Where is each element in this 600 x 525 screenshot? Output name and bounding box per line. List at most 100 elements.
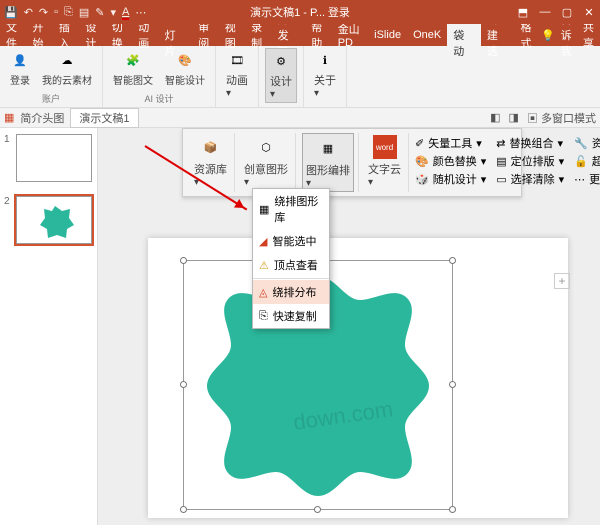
lock-icon: 🔓 [574, 155, 588, 168]
tab-insert[interactable]: 插入 [53, 24, 79, 46]
smart-design-button[interactable]: 🎨智能设计 [161, 48, 209, 89]
ribbon-group-account: 👤登录 ☁我的云素材 账户 [0, 46, 103, 107]
tab-pocket[interactable]: 口袋动 [447, 24, 481, 46]
dd-quick-copy[interactable]: ⎘快速复制 [253, 304, 329, 328]
ribbon-options-icon[interactable]: ⬒ [516, 6, 530, 19]
position-layout-button[interactable]: ▤定位排版 ▾ [496, 153, 564, 169]
resource-tool-button[interactable]: 🔧资源工具 ▾ [574, 135, 600, 151]
tab-new[interactable]: 新建选 [481, 24, 515, 46]
multiwindow-button[interactable]: ▣ 多窗口模式 [527, 110, 596, 126]
vector-tool-button[interactable]: ✐矢量工具 ▾ [415, 135, 486, 151]
about-button[interactable]: ℹ关于▾ [310, 48, 340, 101]
outline-button[interactable]: 简介头图 [20, 110, 64, 126]
info-icon: ℹ [315, 50, 335, 70]
tab-file[interactable]: 文件 [0, 24, 26, 46]
resize-handle[interactable] [449, 257, 456, 264]
design-button[interactable]: ⚙设计▾ [265, 48, 297, 103]
vector-icon: ✐ [415, 137, 424, 150]
font-color-icon[interactable]: A [122, 6, 129, 18]
tab-format[interactable]: 格式 [515, 24, 541, 46]
smart-text-button[interactable]: 🧩智能图文 [109, 48, 157, 89]
gear-icon: ⚙ [271, 51, 291, 71]
save-icon[interactable]: 💾 [4, 6, 18, 19]
cloud-assets-button[interactable]: ☁我的云素材 [38, 48, 96, 89]
ribbon-group-about: ℹ关于▾ [304, 46, 347, 107]
window-controls: ⬒ — ▢ ✕ [516, 6, 596, 19]
tell-me-icon[interactable]: 💡 [541, 29, 555, 42]
qat-icon[interactable]: ✎ [95, 6, 104, 19]
super-unlock-button[interactable]: 🔓超级解锁 ▾ [574, 153, 600, 169]
dice-icon: 🎲 [415, 173, 429, 186]
slide-icon[interactable]: ▦ [4, 111, 14, 124]
color-icon: 🎨 [415, 155, 429, 168]
copy-icon: ⎘ [259, 310, 268, 323]
design-toolpane: 📦资源库▾ ⬡创意图形▾ ▦图形编排▾ word文字云▾ ✐矢量工具 ▾ 🎨颜色… [182, 128, 522, 197]
add-button[interactable]: + [554, 273, 570, 289]
undo-icon[interactable]: ↶ [24, 6, 33, 19]
tab-view[interactable]: 视图 [219, 24, 245, 46]
random-design-button[interactable]: 🎲随机设计 ▾ [415, 171, 486, 187]
slide-thumb-1[interactable]: 1 [4, 134, 93, 182]
tab-home[interactable]: 开始 [26, 24, 52, 46]
resize-handle[interactable] [314, 506, 321, 513]
dd-wrap-distribute[interactable]: ◬绕排分布 [253, 280, 329, 304]
tab-record[interactable]: 录制 [245, 24, 271, 46]
triangle-icon: ◢ [259, 235, 267, 248]
secondary-bar: ▦ 简介头图 演示文稿1 ◧ ◨ ▣ 多窗口模式 [0, 108, 600, 128]
panel-icon[interactable]: ◧ [490, 111, 500, 124]
close-icon[interactable]: ✕ [582, 6, 596, 19]
doc-tab[interactable]: 演示文稿1 [70, 108, 138, 128]
word-icon: word [373, 135, 397, 159]
dd-wrap-lib[interactable]: ▦绕排图形库 [253, 189, 329, 229]
tab-slideshow[interactable]: 幻灯片 [159, 24, 193, 46]
resize-handle[interactable] [180, 506, 187, 513]
login-button[interactable]: 👤登录 [6, 48, 34, 89]
tool-icon: 🔧 [574, 137, 588, 150]
creative-shape-button[interactable]: ⬡创意图形▾ [241, 133, 291, 190]
replace-combo-button[interactable]: ⇄替换组合 ▾ [496, 135, 564, 151]
warning-icon: ⚠ [259, 259, 269, 272]
resize-handle[interactable] [449, 506, 456, 513]
tab-kingsoft[interactable]: 金山PD [332, 24, 368, 46]
slide-thumb-2[interactable]: 2 [4, 196, 93, 244]
qat-icon[interactable]: ▾ [110, 6, 116, 19]
tab-animation[interactable]: 动画 [132, 24, 158, 46]
grid-icon: ▦ [259, 203, 269, 216]
grid-icon: ▦ [316, 136, 340, 160]
tab-onekey[interactable]: OneK [407, 24, 447, 46]
qat-icon[interactable]: ▫ [54, 6, 58, 18]
panel-icon[interactable]: ◨ [509, 111, 519, 124]
tab-transition[interactable]: 切换 [106, 24, 132, 46]
tab-review[interactable]: 审阅 [192, 24, 218, 46]
select-clear-button[interactable]: ▭选择清除 ▾ [496, 171, 564, 187]
maximize-icon[interactable]: ▢ [560, 6, 574, 19]
resize-handle[interactable] [449, 381, 456, 388]
dd-smart-select[interactable]: ◢智能选中 [253, 229, 329, 253]
color-replace-button[interactable]: 🎨颜色替换 ▾ [415, 153, 486, 169]
window-title: 演示文稿1 - P... 登录 [250, 4, 350, 20]
qat-icon[interactable]: ▤ [79, 6, 89, 19]
group-label: AI 设计 [144, 92, 173, 105]
more-icon: ⋯ [574, 173, 585, 186]
anim-button[interactable]: 🎞动画▾ [222, 48, 252, 101]
ai-icon: 🧩 [123, 50, 143, 70]
tab-islide[interactable]: iSlide [368, 24, 407, 46]
dd-vertex-view[interactable]: ⚠顶点查看 [253, 253, 329, 277]
qat-more-icon[interactable]: ⋯ [135, 6, 146, 19]
qat-icon[interactable]: ⎘ [64, 6, 73, 19]
tab-help[interactable]: 帮助 [305, 24, 331, 46]
wordcloud-button[interactable]: word文字云▾ [365, 133, 404, 190]
more-design-button[interactable]: ⋯更多设计 ▾ [574, 171, 600, 187]
resource-lib-button[interactable]: 📦资源库▾ [191, 133, 230, 190]
minimize-icon[interactable]: — [538, 6, 552, 19]
group-label: 账户 [42, 92, 60, 105]
shape-arrange-dropdown: ▦绕排图形库 ◢智能选中 ⚠顶点查看 ◬绕排分布 ⎘快速复制 [252, 188, 330, 329]
redo-icon[interactable]: ↷ [39, 6, 48, 19]
shape-arrange-button[interactable]: ▦图形编排▾ [302, 133, 354, 192]
tab-dev[interactable]: 开发工 [272, 24, 306, 46]
separator [253, 278, 329, 279]
star-shape-mini [35, 205, 75, 239]
resize-handle[interactable] [180, 257, 187, 264]
tab-design[interactable]: 设计 [79, 24, 105, 46]
resize-handle[interactable] [180, 381, 187, 388]
